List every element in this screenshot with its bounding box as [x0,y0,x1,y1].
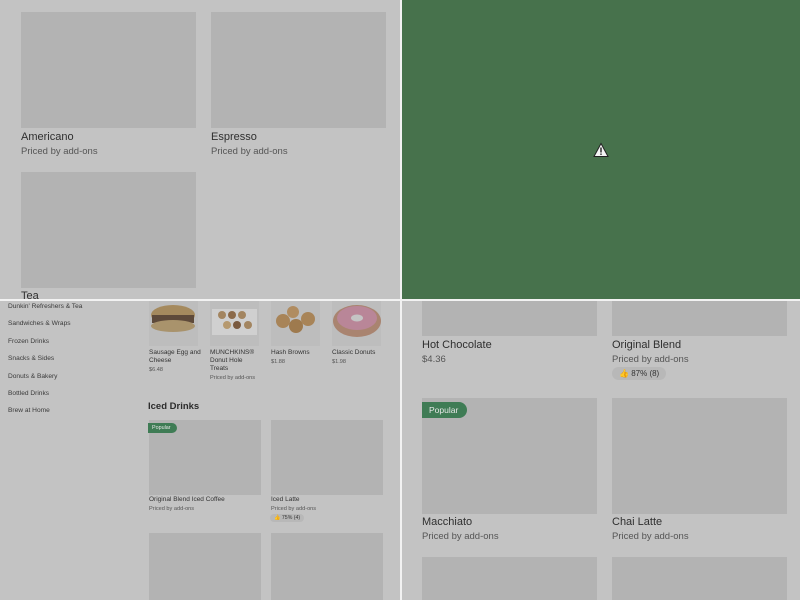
hot-chocolate-image[interactable] [422,301,597,336]
store-menu-panel: Dunkin' Refreshers & Tea Sandwiches & Wr… [0,301,400,600]
category-donuts[interactable]: Donuts & Bakery [8,373,57,380]
iced-latte-rating: 👍 75% (4) [270,514,305,522]
original-blend-image[interactable] [612,301,787,336]
chai-latte-price: Priced by add-ons [612,531,689,542]
original-blend-rating-text: 87% (8) [631,369,660,378]
section-title-iced-drinks: Iced Drinks [148,401,200,412]
iced-coffee-title[interactable]: Original Blend Iced Coffee [149,496,225,504]
macchiato-title[interactable]: Macchiato [422,516,472,528]
espresso-title[interactable]: Espresso [211,131,257,143]
category-snacks[interactable]: Snacks & Sides [8,355,54,362]
category-bottled-drinks[interactable]: Bottled Drinks [8,390,49,397]
original-blend-rating: 👍 87% (8) [612,367,667,380]
menu-item-image[interactable] [149,533,261,600]
americano-price: Priced by add-ons [21,146,98,157]
popular-badge: Popular [422,402,468,418]
category-sandwiches[interactable]: Sandwiches & Wraps [8,320,71,327]
quadrant-divider-horizontal [0,299,800,301]
chai-latte-title[interactable]: Chai Latte [612,516,662,528]
americano-image[interactable] [21,12,196,128]
menu-grid-top-left: Americano Priced by add-ons Espresso Pri… [0,0,400,299]
sausage-egg-cheese-image[interactable] [149,301,198,346]
macchiato-price: Priced by add-ons [422,531,499,542]
iced-latte-price: Priced by add-ons [271,506,317,512]
original-blend-title[interactable]: Original Blend [612,339,681,351]
classic-donuts-image[interactable] [332,301,381,346]
popular-badge: Popular [148,423,177,433]
category-frozen-drinks[interactable]: Frozen Drinks [8,338,49,345]
thumbs-up-icon: 👍 [274,515,281,521]
munchkins-image[interactable] [210,301,259,346]
americano-title[interactable]: Americano [21,131,74,143]
munchkins-price: Priced by add-ons [210,375,256,381]
espresso-price: Priced by add-ons [211,146,288,157]
tea-title[interactable]: Tea [21,290,39,299]
original-blend-price: Priced by add-ons [612,354,689,365]
iced-coffee-price: Priced by add-ons [149,506,195,512]
hash-browns-image[interactable] [271,301,320,346]
espresso-image[interactable] [211,12,386,128]
iced-latte-title[interactable]: Iced Latte [271,496,300,504]
chai-latte-image[interactable] [612,398,787,514]
hash-browns-price: $1.88 [271,359,285,365]
classic-donuts-title[interactable]: Classic Donuts [332,349,375,357]
hot-chocolate-title[interactable]: Hot Chocolate [422,339,492,351]
menu-grid-bottom-right: Hot Chocolate $4.36 Original Blend Price… [402,301,800,600]
sausage-egg-cheese-price: $6.48 [149,367,163,373]
menu-item-image[interactable] [612,557,787,600]
thumbs-up-icon: 👍 [619,369,629,378]
hot-chocolate-price: $4.36 [422,354,446,365]
iced-latte-rating-text: 75% (4) [281,515,301,521]
warning-icon [593,142,609,157]
iced-latte-image[interactable] [271,420,383,495]
category-refreshers[interactable]: Dunkin' Refreshers & Tea [8,303,82,310]
image-load-error-panel [402,0,800,299]
menu-item-image[interactable] [422,557,597,600]
munchkins-title[interactable]: MUNCHKINS® Donut Hole Treats [210,349,262,373]
sausage-egg-cheese-title[interactable]: Sausage Egg and Cheese [149,349,204,365]
hash-browns-title[interactable]: Hash Browns [271,349,310,357]
category-brew-at-home[interactable]: Brew at Home [8,407,50,414]
menu-item-image[interactable] [271,533,383,600]
classic-donuts-price: $1.98 [332,359,346,365]
tea-image[interactable] [21,172,196,288]
